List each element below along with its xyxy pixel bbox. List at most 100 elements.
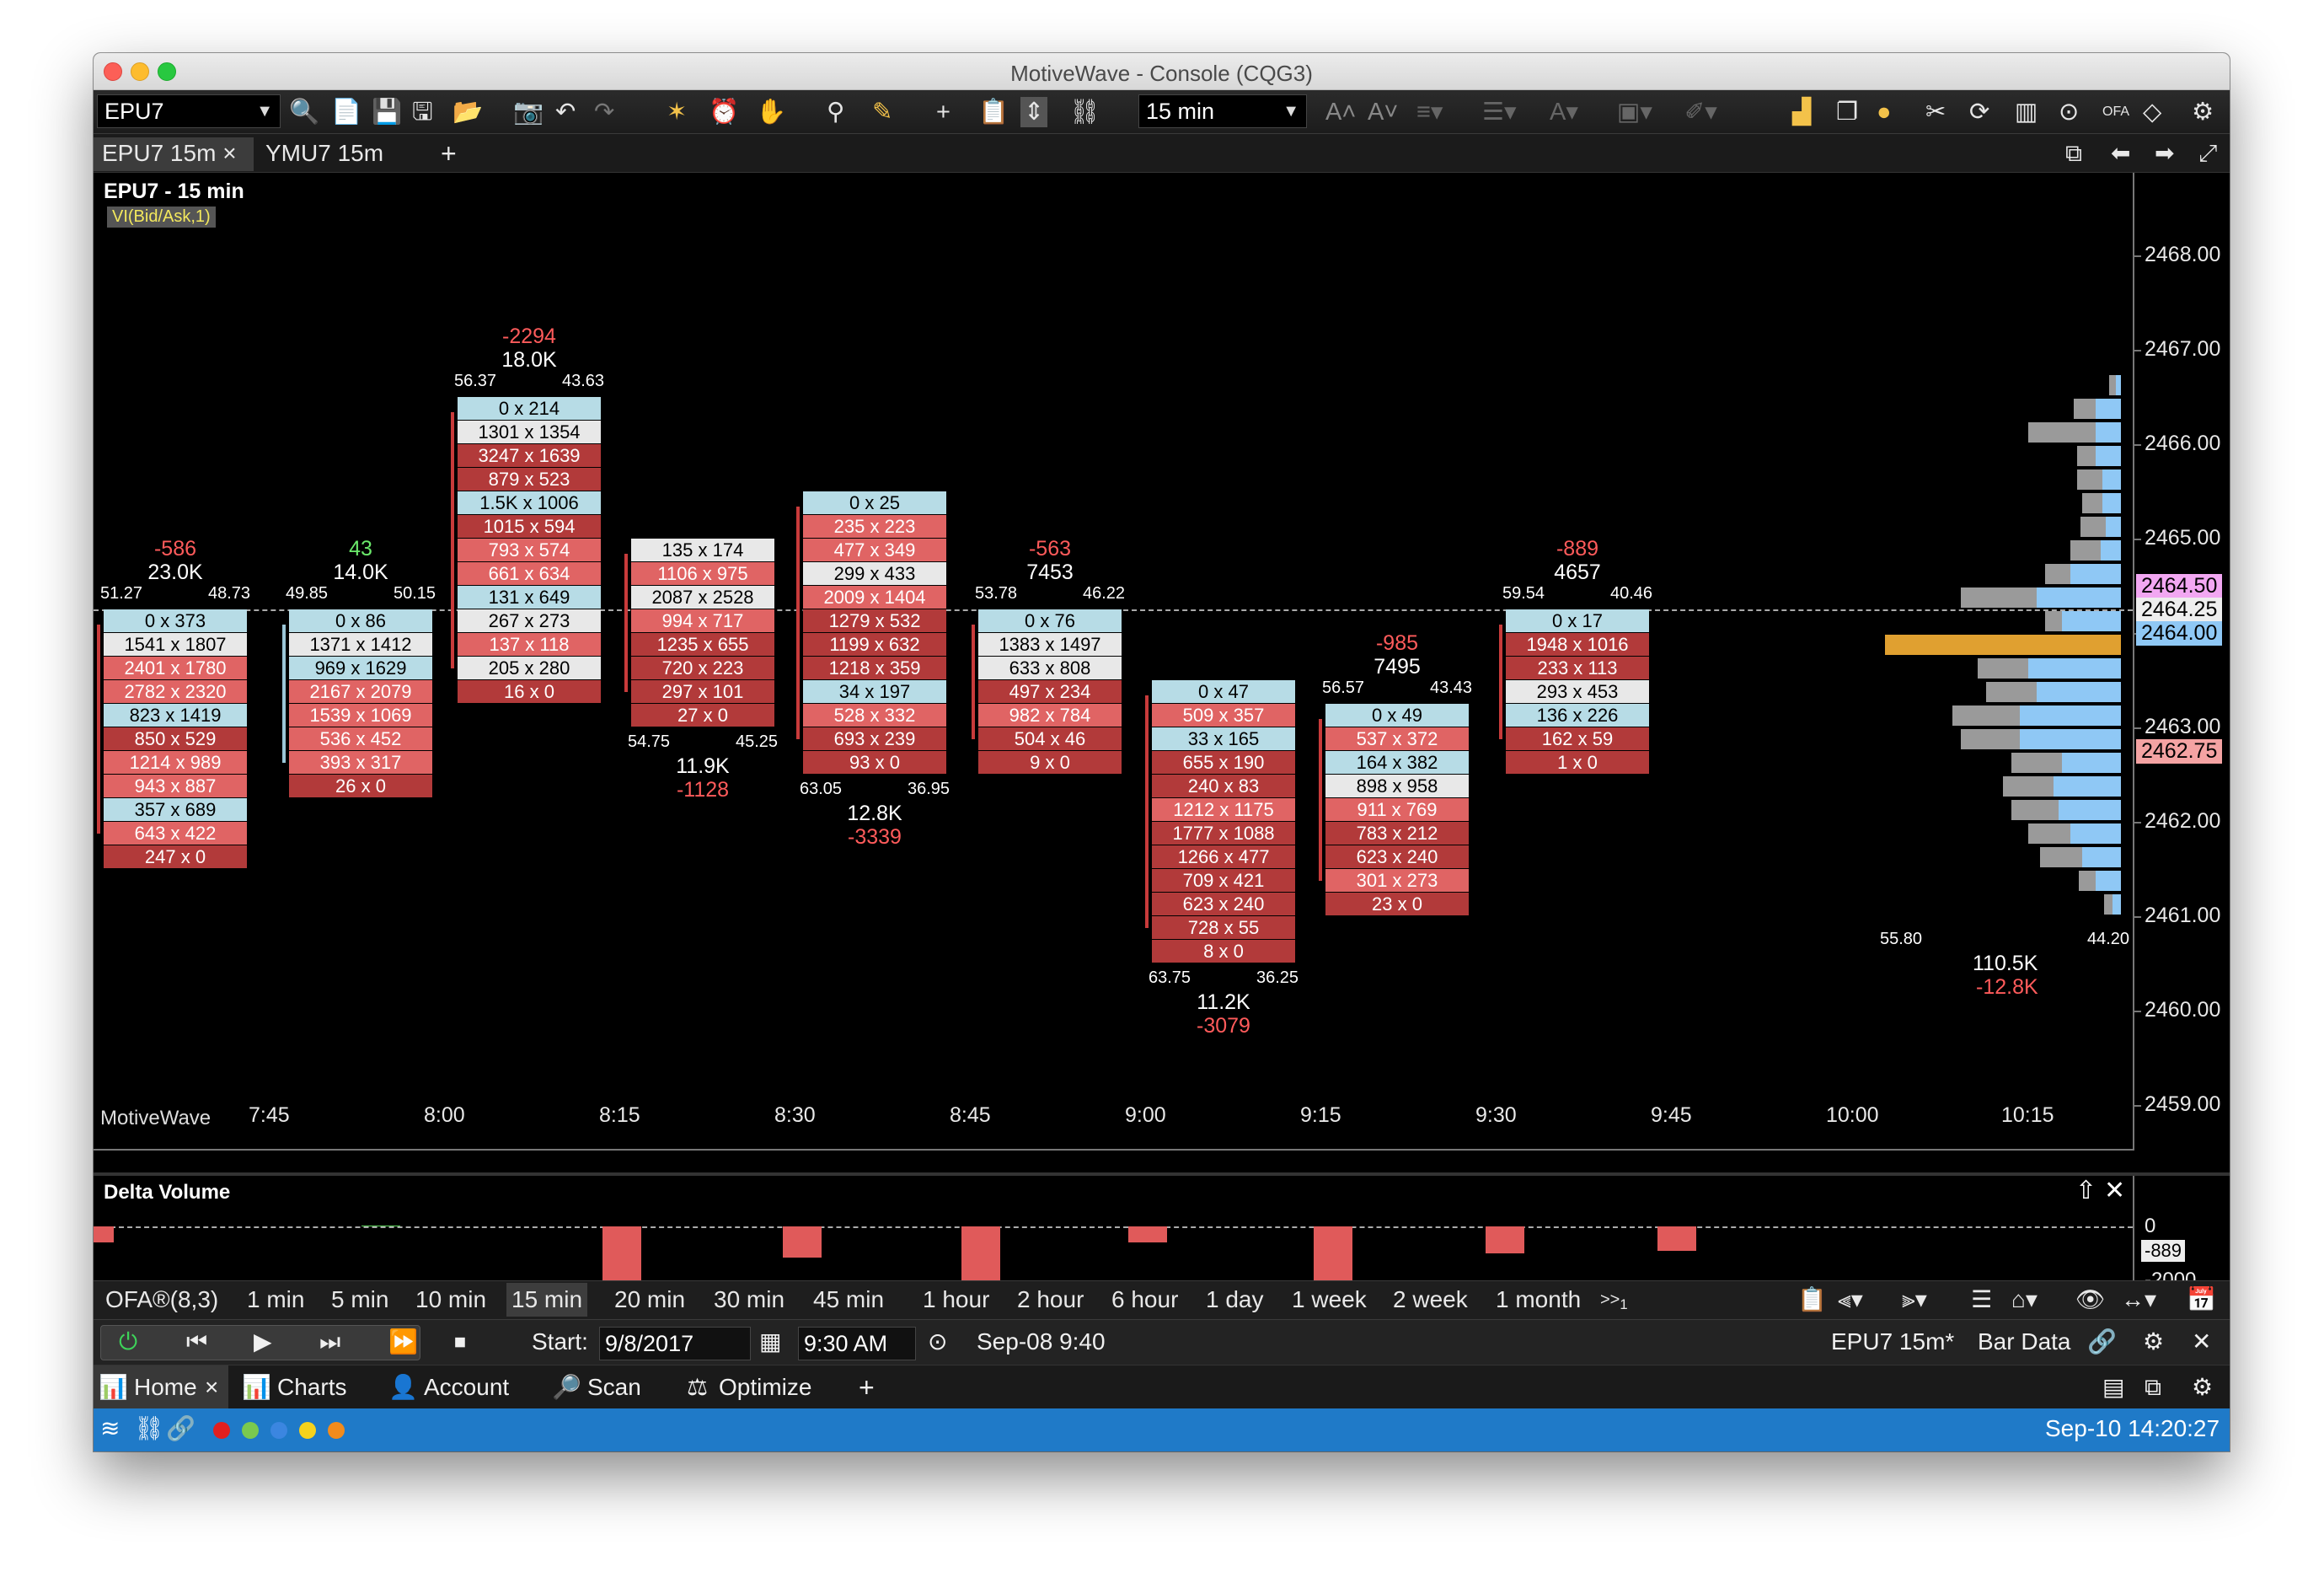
save-icon[interactable]: 💾	[372, 97, 402, 127]
layout-icon[interactable]: ▤	[2102, 1371, 2124, 1404]
tag-icon[interactable]: ◇	[2143, 97, 2161, 127]
fill-color-icon[interactable]: ▣▾	[1617, 97, 1652, 127]
list-icon[interactable]: ☰	[1966, 1283, 1997, 1317]
wifi-icon[interactable]: ≋	[100, 1412, 120, 1446]
tab-timeframe[interactable]: 1 min	[242, 1283, 309, 1317]
nav-home[interactable]: Home	[134, 1371, 197, 1404]
paste-icon[interactable]: 📋	[978, 97, 1009, 127]
calendar-icon[interactable]: 📅	[2182, 1283, 2221, 1317]
settings-gear-icon[interactable]: ⚙	[2143, 1325, 2164, 1359]
tab-timeframe[interactable]: OFA®(8,3)	[100, 1283, 223, 1317]
replay-mode[interactable]: Bar Data	[1978, 1325, 2071, 1359]
camera-icon[interactable]: 📷	[513, 97, 544, 127]
study-label[interactable]: VI(Bid/Ask,1)	[107, 207, 216, 228]
tab-timeframe[interactable]: 20 min	[609, 1283, 690, 1317]
fullscreen-icon[interactable]: ⤢	[2190, 137, 2217, 171]
tab-timeframe[interactable]: 10 min	[410, 1283, 491, 1317]
open-folder-icon[interactable]: 📂	[452, 97, 483, 127]
settings-gear-icon[interactable]: ⚙	[2192, 1371, 2213, 1404]
font-decrease-icon[interactable]: A˅	[1368, 97, 1398, 127]
interval-combo[interactable]: 15 min ▼	[1138, 94, 1307, 128]
bar-chart-icon[interactable]: ▟	[1792, 97, 1811, 127]
tab-timeframe[interactable]: 1 day	[1201, 1283, 1269, 1317]
fast-forward-icon[interactable]: ⏩	[388, 1325, 418, 1359]
symbol-combo[interactable]: EPU7 ▼	[97, 94, 281, 128]
align-right-icon[interactable]: ⫸▾	[1897, 1283, 1932, 1317]
pan-hand-icon[interactable]: ✋	[756, 97, 786, 127]
tab-timeframe[interactable]: 30 min	[709, 1283, 790, 1317]
rewind-icon[interactable]: ⏮	[186, 1325, 207, 1359]
link-icon[interactable]: 🔗	[166, 1412, 195, 1446]
pen-color-icon[interactable]: ✐▾	[1684, 97, 1717, 127]
step-icon[interactable]: ⏭	[319, 1325, 340, 1359]
tab-timeframe[interactable]: 5 min	[326, 1283, 394, 1317]
close-home-icon[interactable]: ×	[205, 1371, 218, 1404]
delta-volume-pane[interactable]: Delta Volume ⇧ ✕ 0 -889 -2000	[94, 1172, 2230, 1319]
font-increase-icon[interactable]: A˄	[1325, 97, 1356, 127]
close-pane-icon[interactable]: ✕	[2104, 1176, 2125, 1205]
link-broken-icon[interactable]: ⛓	[134, 1412, 164, 1446]
redo-icon[interactable]: ↷	[594, 97, 614, 127]
tab-timeframe[interactable]: 1 hour	[918, 1283, 994, 1317]
zoom-icon[interactable]: ⚲	[827, 97, 844, 127]
add-page-button[interactable]: +	[859, 1371, 875, 1404]
save-as-icon[interactable]: 🖫	[412, 97, 433, 127]
tab-timeframe[interactable]: 1 week	[1287, 1283, 1372, 1317]
stop-icon[interactable]: ⏹	[454, 1325, 466, 1359]
refresh-icon[interactable]: ⟳	[1969, 97, 1989, 127]
columns-icon[interactable]: ▥	[2015, 97, 2038, 127]
tab-timeframe[interactable]: 6 hour	[1106, 1283, 1183, 1317]
draw-tool-icon[interactable]: ✎	[872, 97, 892, 127]
line-style-icon[interactable]: ≡▾	[1416, 97, 1443, 127]
ofa-icon[interactable]: OFA	[2102, 97, 2129, 127]
tab-ymu7-15m[interactable]: YMU7 15m	[257, 137, 417, 171]
layers-icon[interactable]: ⌂▾	[2006, 1283, 2043, 1317]
tab-timeframe[interactable]: 1 month	[1491, 1283, 1586, 1317]
close-tab-icon[interactable]: ×	[222, 140, 236, 166]
tab-timeframe[interactable]: 45 min	[808, 1283, 889, 1317]
windows-icon[interactable]: ❐	[1836, 97, 1858, 127]
close-replay-icon[interactable]: ✕	[2192, 1325, 2211, 1359]
line-width-icon[interactable]: ☰▾	[1482, 97, 1517, 127]
nav-scan[interactable]: Scan	[587, 1371, 641, 1404]
undo-icon[interactable]: ↶	[555, 97, 576, 127]
nav-optimize[interactable]: Optimize	[719, 1371, 811, 1404]
crosshair-icon[interactable]: +	[936, 97, 950, 127]
eye-icon[interactable]: 👁	[2070, 1283, 2111, 1317]
settings-gear-icon[interactable]: ⚙	[2192, 97, 2214, 127]
copy-icon[interactable]: ⧉	[2145, 1371, 2161, 1404]
clock-icon[interactable]: ⊙	[928, 1325, 947, 1359]
chart-area[interactable]: EPU7 - 15 min VI(Bid/Ask,1) MotiveWave 0…	[94, 173, 2230, 1172]
add-tab-button[interactable]: +	[432, 137, 457, 171]
tools-icon[interactable]: ✂	[1925, 97, 1946, 127]
maximize-pane-icon[interactable]: ⇧	[2075, 1176, 2096, 1205]
play-icon[interactable]: ▶	[254, 1325, 272, 1359]
chevron-down-icon[interactable]: ▼	[1282, 95, 1299, 127]
text-color-icon[interactable]: A▾	[1550, 97, 1578, 127]
chevron-down-icon[interactable]: ▼	[256, 95, 273, 127]
back-arrow-icon[interactable]: ⬅	[2102, 137, 2130, 171]
clock-icon[interactable]: ⊙	[2059, 97, 2079, 127]
nav-account[interactable]: Account	[424, 1371, 509, 1404]
align-left-icon[interactable]: ⫷▾	[1833, 1283, 1868, 1317]
theme-icon[interactable]: ●	[1877, 97, 1892, 127]
tab-epu7-15m[interactable]: EPU7 15m ×	[94, 137, 254, 171]
alarm-clock-icon[interactable]: ⏰	[709, 97, 739, 127]
nav-charts[interactable]: Charts	[277, 1371, 346, 1404]
magic-wand-icon[interactable]: ✶	[667, 97, 687, 127]
tab-timeframe[interactable]: 2 hour	[1012, 1283, 1089, 1317]
auto-scale-icon[interactable]: ⇕	[1020, 97, 1048, 127]
start-time-field[interactable]: 9:30 AM	[798, 1327, 916, 1360]
power-icon[interactable]: ⏻	[119, 1325, 137, 1359]
link-icon[interactable]: 🔗	[2087, 1325, 2117, 1359]
new-document-icon[interactable]: 📄	[331, 97, 361, 127]
forward-arrow-icon[interactable]: ➡	[2146, 137, 2174, 171]
calendar-icon[interactable]: ▦	[759, 1325, 781, 1359]
width-icon[interactable]: ↔▾	[2116, 1283, 2161, 1317]
tab-timeframe[interactable]: 2 week	[1388, 1283, 1473, 1317]
search-icon[interactable]: 🔍	[289, 97, 319, 127]
start-date-field[interactable]: 9/8/2017	[599, 1327, 751, 1360]
more-timeframes-button[interactable]: >>1	[1595, 1283, 1633, 1317]
clipboard-icon[interactable]: 📋	[1792, 1283, 1832, 1317]
link-icon[interactable]: ⛓	[1069, 97, 1100, 127]
